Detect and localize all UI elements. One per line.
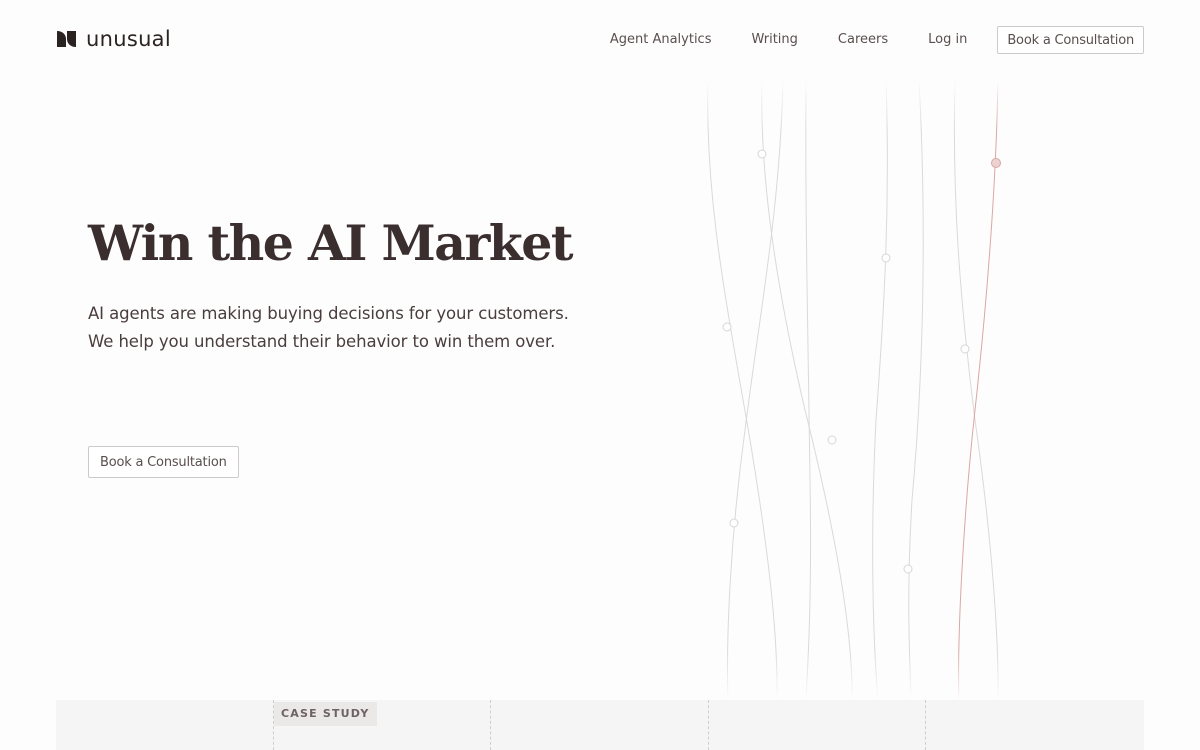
flow-node [757, 149, 767, 159]
header-book-consultation-button[interactable]: Book a Consultation [997, 26, 1144, 54]
case-study-strip [56, 700, 1144, 750]
flow-line [908, 80, 924, 700]
hero-subtitle-line: We help you understand their behavior to… [88, 332, 556, 351]
decorative-flow-lines [707, 80, 1001, 700]
flow-node-accent [991, 158, 1001, 168]
nav-writing[interactable]: Writing [751, 26, 797, 54]
flow-node [722, 322, 732, 332]
case-study-tag: CASE STUDY [274, 702, 377, 726]
strip-divider [490, 700, 491, 750]
flow-line [761, 80, 853, 700]
main-nav: Agent Analytics Writing Careers Log in B… [610, 26, 1144, 54]
flow-node [881, 253, 891, 263]
flow-line [707, 80, 778, 700]
logo-link[interactable]: unusual [55, 27, 171, 51]
flow-node [729, 518, 739, 528]
flow-line-accent [958, 80, 999, 700]
flow-line [953, 80, 999, 700]
nav-log-in[interactable]: Log in [928, 26, 967, 54]
hero-subtitle-line: AI agents are making buying decisions fo… [88, 304, 569, 323]
flow-line [727, 80, 784, 700]
hero-book-consultation-button[interactable]: Book a Consultation [88, 446, 239, 478]
hero-subtitle: AI agents are making buying decisions fo… [88, 300, 608, 356]
strip-divider [925, 700, 926, 750]
flow-node [903, 564, 913, 574]
flow-node [827, 435, 837, 445]
hero-title: Win the AI Market [88, 214, 574, 272]
flow-line [872, 80, 888, 700]
flow-node [960, 344, 970, 354]
page: unusual Agent Analytics Writing Careers … [0, 0, 1200, 750]
nav-careers[interactable]: Careers [838, 26, 888, 54]
brand-name: unusual [86, 27, 171, 51]
nav-agent-analytics[interactable]: Agent Analytics [610, 26, 712, 54]
strip-divider [708, 700, 709, 750]
flow-line [805, 80, 812, 700]
site-header: unusual Agent Analytics Writing Careers … [0, 0, 1200, 80]
unusual-logo-icon [57, 31, 76, 47]
